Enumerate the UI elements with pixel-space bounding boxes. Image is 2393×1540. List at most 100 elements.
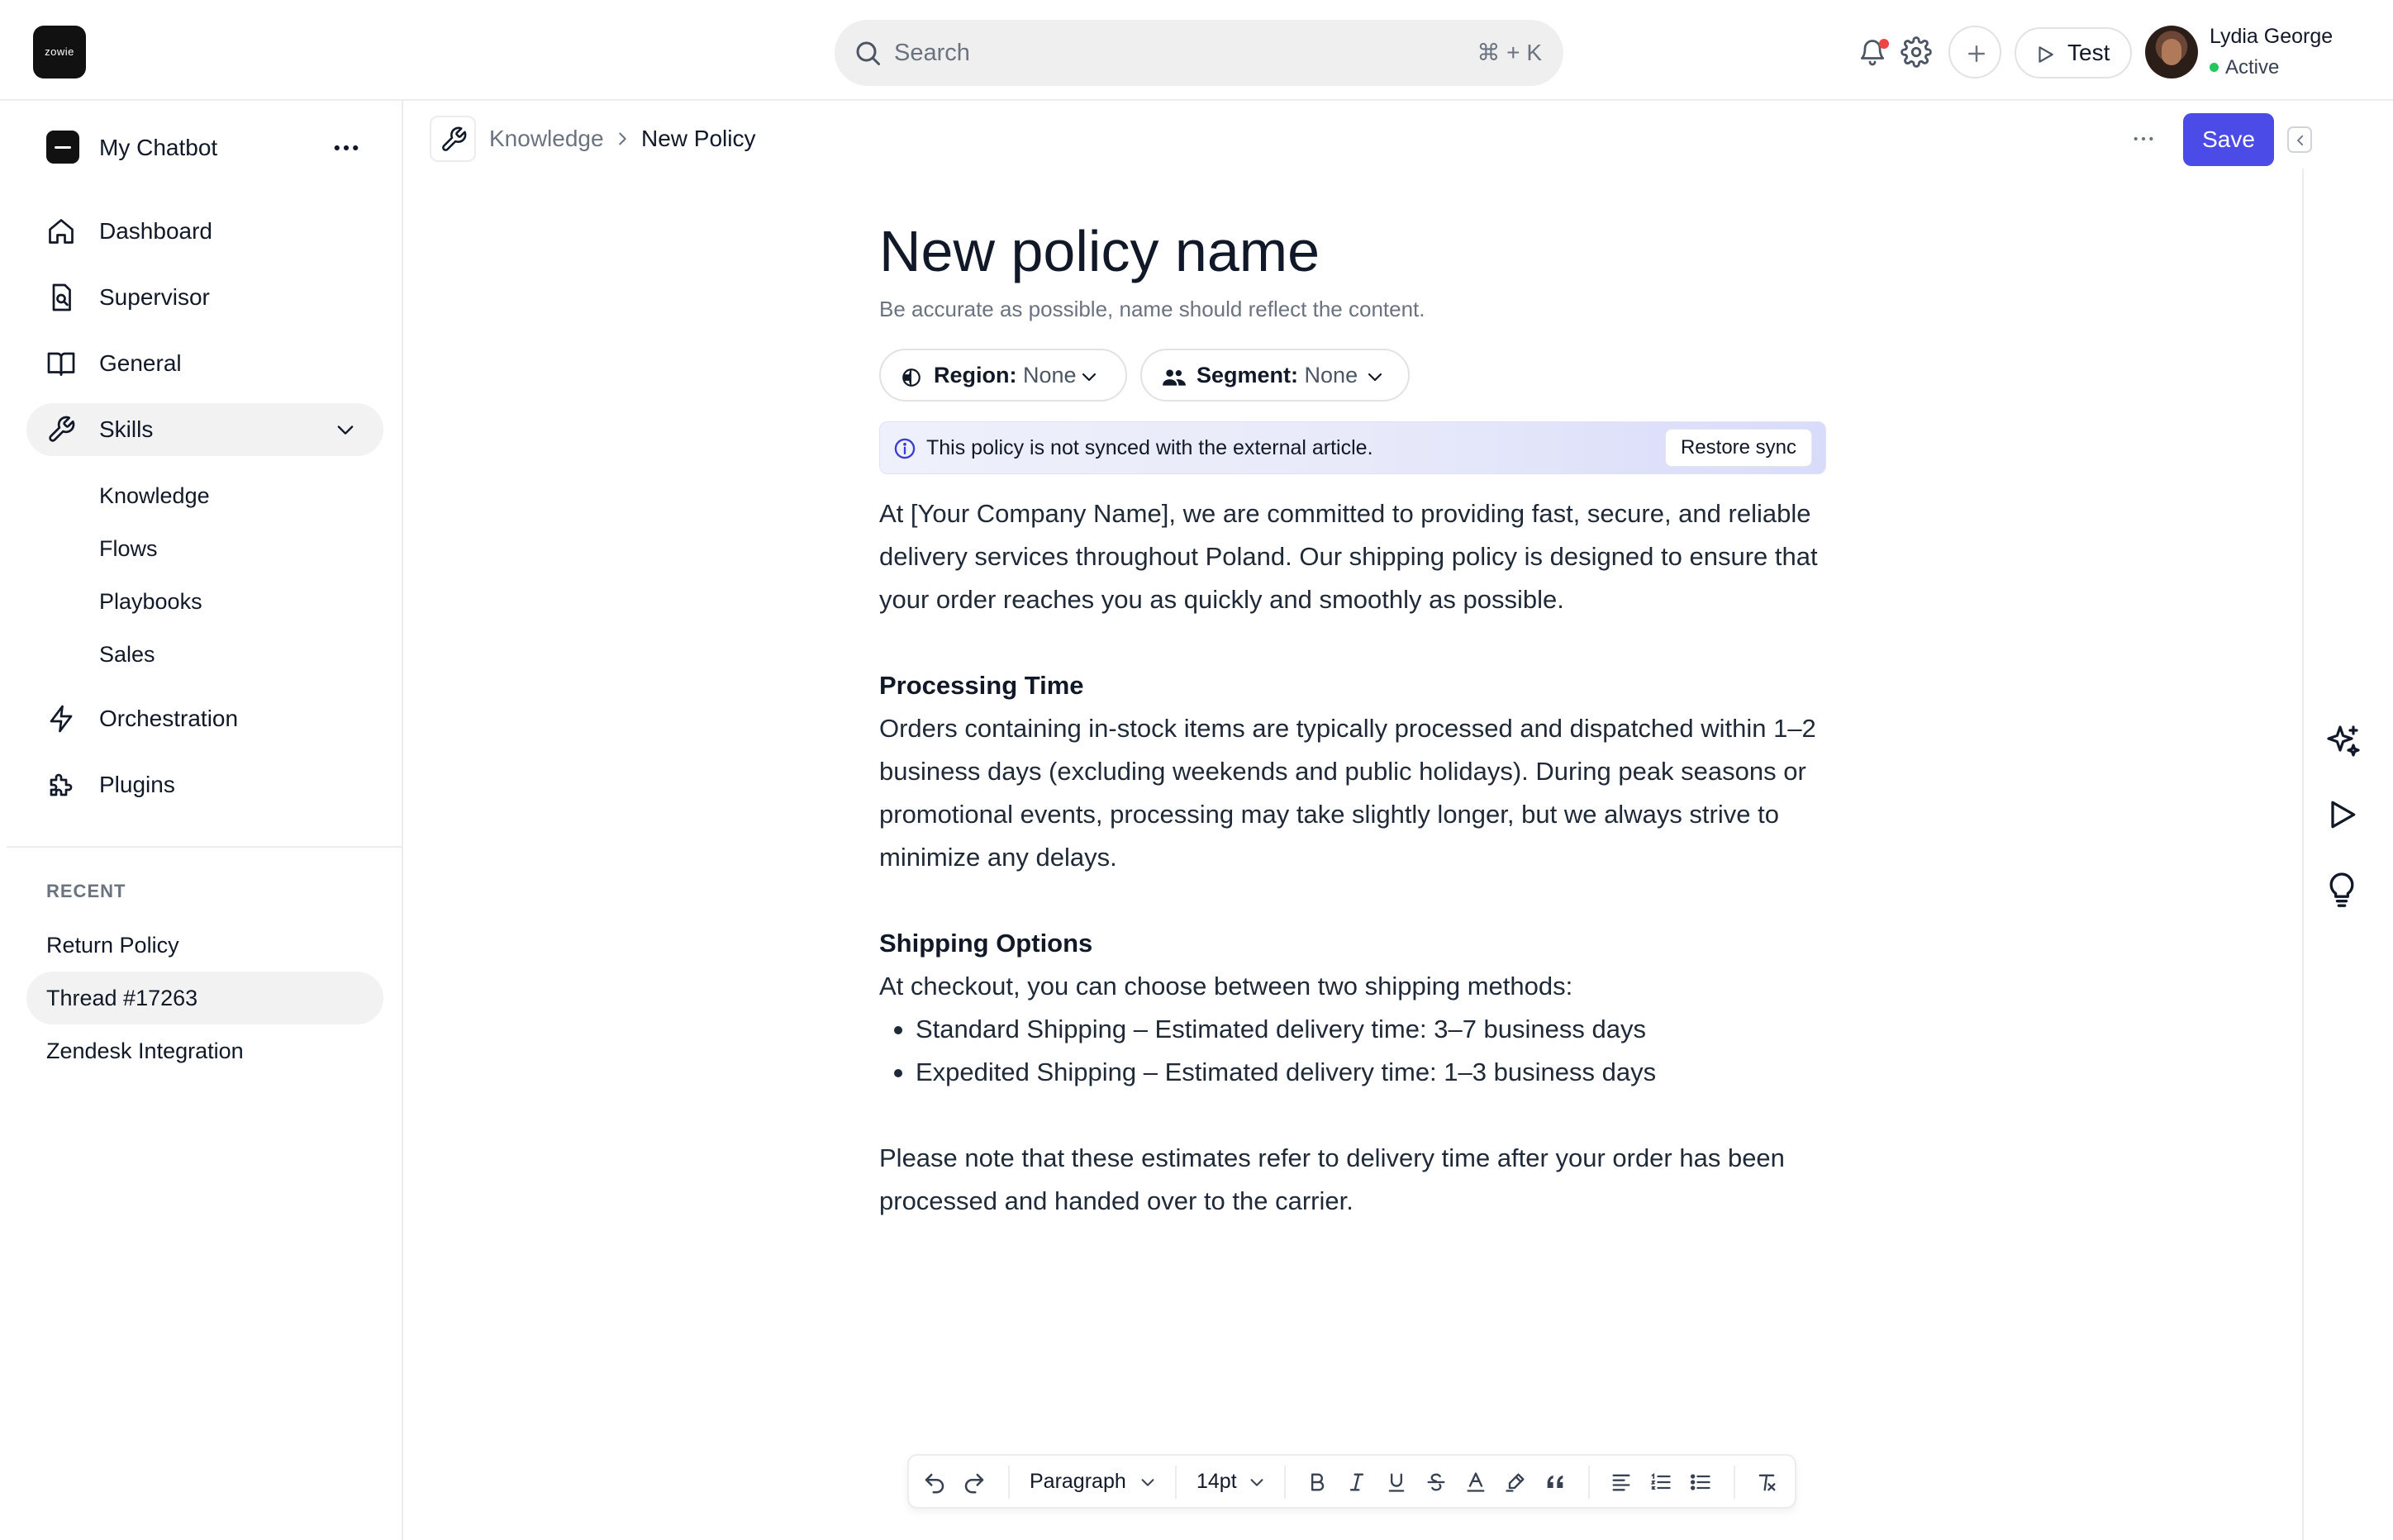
chevron-down-icon [1368, 373, 1382, 382]
avatar[interactable] [2145, 26, 2198, 78]
region-dropdown[interactable]: Region: None [879, 349, 1127, 402]
bolt-icon [50, 705, 73, 733]
quote-icon[interactable] [1544, 1471, 1567, 1494]
chevron-left-icon [2297, 135, 2304, 146]
clear-formatting-icon[interactable] [1755, 1471, 1778, 1494]
recent-item-label: Thread #17263 [46, 986, 198, 1010]
region-value: None [1023, 363, 1077, 387]
recent-item[interactable]: Thread #17263 [26, 972, 383, 1024]
chevron-down-icon[interactable] [334, 418, 357, 441]
users-icon [1163, 369, 1186, 386]
search-bar[interactable]: Search ⌘ + K [835, 20, 1563, 86]
more-horizontal-icon[interactable] [332, 136, 360, 159]
sync-warning-banner: This policy is not synced with the exter… [879, 421, 1826, 474]
font-size-select[interactable]: 14pt [1196, 1456, 1237, 1507]
bot-name: My Chatbot [99, 135, 218, 160]
play-icon [2039, 46, 2053, 63]
sidebar-subitem-flows[interactable]: Flows [99, 532, 158, 565]
undo-icon[interactable] [922, 1471, 947, 1495]
sidebar-item-general[interactable]: General [26, 337, 383, 390]
collapse-panel-button[interactable] [2287, 126, 2312, 153]
search-placeholder: Search [894, 40, 970, 66]
search-shortcut: ⌘ + K [1477, 40, 1542, 65]
sidebar-item-label: General [99, 350, 182, 376]
sidebar-subitem-sales[interactable]: Sales [99, 638, 155, 671]
recent-item[interactable]: Zendesk Integration [26, 1024, 383, 1077]
sidebar-item-label: Plugins [99, 772, 175, 797]
redo-icon[interactable] [962, 1471, 987, 1495]
gear-icon[interactable] [1901, 36, 1932, 68]
breadcrumb-icon [430, 116, 476, 162]
chevron-down-icon [1082, 373, 1097, 382]
toolbar-divider [1734, 1466, 1735, 1499]
test-button-label: Test [2067, 40, 2110, 65]
sidebar: My Chatbot Dashboard Supervisor General … [0, 101, 403, 1540]
recent-item-label: Zendesk Integration [46, 1039, 244, 1063]
formatting-toolbar: Paragraph 14pt [907, 1454, 1796, 1509]
sidebar-item-dashboard[interactable]: Dashboard [26, 205, 383, 258]
toolbar-divider [1588, 1466, 1590, 1499]
italic-icon[interactable] [1345, 1471, 1368, 1494]
text-color-icon[interactable] [1464, 1471, 1487, 1494]
toolbar-divider [1175, 1466, 1177, 1499]
home-icon [49, 219, 74, 244]
segment-dropdown[interactable]: Segment: None [1140, 349, 1410, 402]
chevron-down-icon[interactable] [1139, 1473, 1157, 1491]
user-status: Active [2210, 56, 2279, 79]
user-name: Lydia George [2210, 25, 2334, 48]
breadcrumb-current: New Policy [641, 126, 756, 151]
bot-selector[interactable]: My Chatbot [46, 127, 377, 169]
chevron-right-icon [619, 132, 626, 145]
supervisor-icon [52, 283, 71, 311]
sidebar-item-label: Dashboard [99, 218, 212, 244]
align-left-icon[interactable] [1610, 1471, 1633, 1494]
bullet-list-icon[interactable] [1689, 1471, 1712, 1494]
chevron-down-icon[interactable] [1248, 1473, 1266, 1491]
recent-item[interactable]: Return Policy [26, 919, 383, 972]
policy-title-input[interactable]: New policy name [879, 216, 1320, 286]
status-dot [2210, 63, 2219, 72]
sidebar-item-label: Orchestration [99, 706, 239, 731]
sidebar-subitem-knowledge[interactable]: Knowledge [99, 479, 210, 512]
segment-dropdown-text: Segment: None [1196, 350, 1358, 400]
sidebar-item-supervisor[interactable]: Supervisor [26, 271, 383, 324]
shipping-heading: Shipping Options [879, 929, 1093, 958]
wrench-icon [49, 416, 75, 442]
sidebar-item-skills[interactable]: Skills [26, 403, 383, 456]
numbered-list-icon[interactable] [1649, 1471, 1672, 1494]
strikethrough-icon[interactable] [1425, 1471, 1448, 1494]
play-icon[interactable] [2324, 796, 2360, 833]
underline-icon[interactable] [1385, 1471, 1408, 1494]
highlighter-icon[interactable] [1504, 1471, 1527, 1494]
sparkles-icon[interactable] [2324, 722, 2363, 762]
test-button[interactable]: Test [2015, 27, 2132, 78]
sidebar-subitem-playbooks[interactable]: Playbooks [99, 585, 202, 618]
bold-icon[interactable] [1306, 1471, 1329, 1494]
policy-editor[interactable]: At [Your Company Name], we are committed… [879, 492, 1829, 1223]
app-logo[interactable]: zowie [33, 26, 86, 78]
breadcrumb-parent[interactable]: Knowledge [489, 122, 604, 155]
book-icon [47, 352, 75, 376]
toolbar-divider [1008, 1466, 1010, 1499]
shipping-list: Standard Shipping – Estimated delivery t… [879, 1008, 1829, 1094]
plus-icon [1968, 45, 1985, 62]
intro-paragraph: At [Your Company Name], we are committed… [879, 499, 1818, 614]
more-horizontal-icon[interactable] [2132, 129, 2155, 149]
add-button[interactable] [1948, 26, 2001, 78]
processing-paragraph: Orders containing in-stock items are typ… [879, 714, 1816, 872]
segment-value: None [1304, 363, 1358, 387]
list-item: Standard Shipping – Estimated delivery t… [892, 1008, 1829, 1051]
restore-sync-button[interactable]: Restore sync [1665, 429, 1812, 467]
save-button[interactable]: Save [2183, 113, 2274, 166]
block-style-select[interactable]: Paragraph [1030, 1456, 1126, 1507]
globe-icon [902, 368, 921, 387]
sidebar-item-plugins[interactable]: Plugins [26, 758, 383, 811]
policy-title-hint: Be accurate as possible, name should ref… [879, 297, 1425, 321]
sidebar-divider [7, 846, 403, 848]
bot-icon [46, 131, 79, 164]
sidebar-item-label: Skills [99, 416, 154, 442]
closing-paragraph: Please note that these estimates refer t… [879, 1143, 1785, 1215]
sidebar-item-orchestration[interactable]: Orchestration [26, 692, 383, 745]
sidebar-item-label: Supervisor [99, 284, 210, 310]
lightbulb-icon[interactable] [2324, 869, 2360, 909]
